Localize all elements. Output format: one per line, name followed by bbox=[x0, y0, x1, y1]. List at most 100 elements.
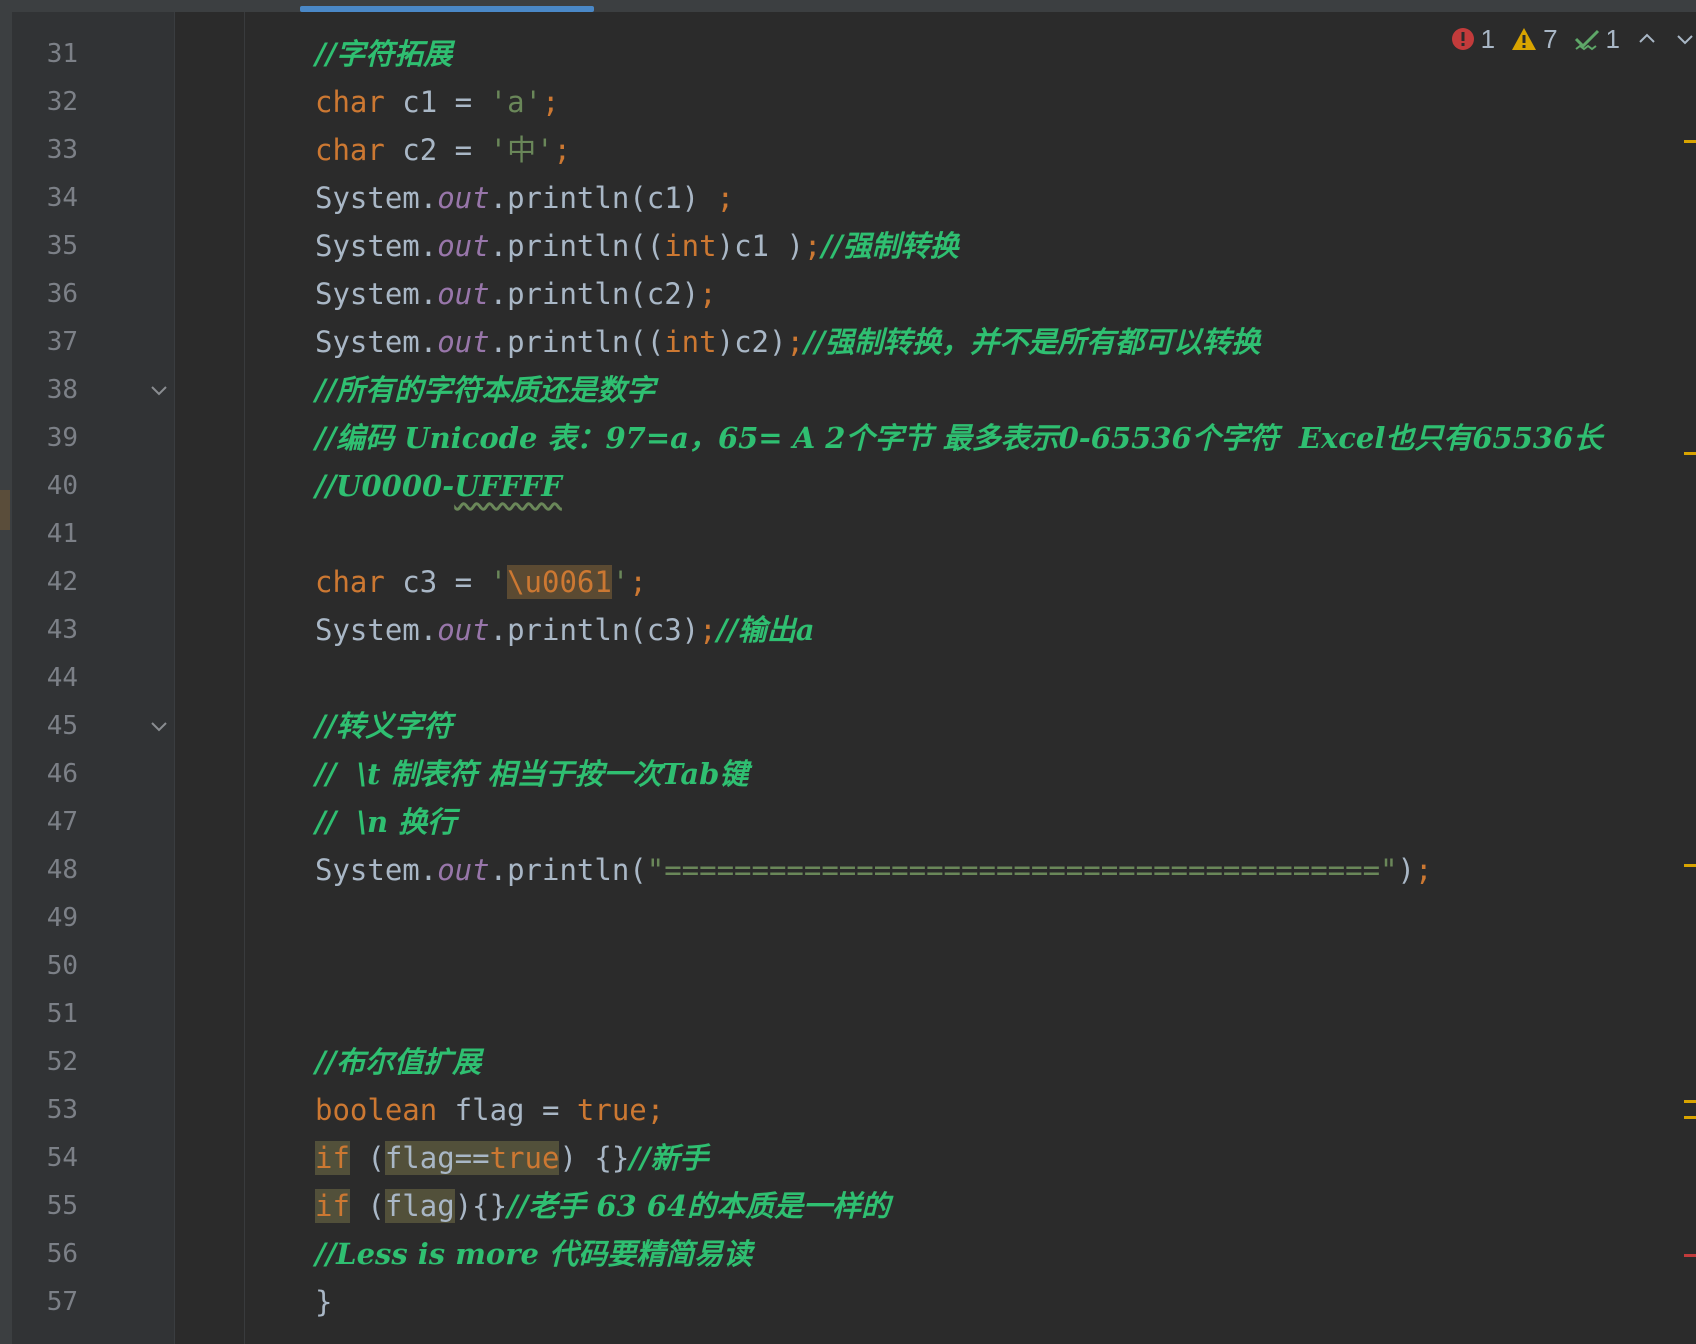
code-line[interactable]: 41 bbox=[0, 510, 1680, 558]
active-tab-indicator[interactable] bbox=[300, 6, 594, 12]
line-number[interactable]: 39 bbox=[12, 414, 78, 462]
weak-warning-count[interactable]: 1 bbox=[1574, 24, 1620, 55]
fold-chevron-icon[interactable] bbox=[148, 379, 170, 401]
code-line[interactable]: 54 if (flag==true) {}//新手 bbox=[0, 1134, 1680, 1182]
line-number[interactable]: 54 bbox=[12, 1134, 78, 1182]
code-line[interactable]: 35 System.out.println((int)c1 );//强制转换 bbox=[0, 222, 1680, 270]
code-line[interactable]: 51 bbox=[0, 990, 1680, 1038]
code-line[interactable]: 45 //转义字符 bbox=[0, 702, 1680, 750]
code-text[interactable]: //Less is more 代码要精简易读 bbox=[315, 1230, 752, 1278]
stripe-marker[interactable] bbox=[1684, 1116, 1696, 1119]
code-text[interactable]: if (flag==true) {}//新手 bbox=[315, 1134, 708, 1182]
line-number[interactable]: 48 bbox=[12, 846, 78, 894]
code-line[interactable]: 38 //所有的字符本质还是数字 bbox=[0, 366, 1680, 414]
code-text[interactable]: System.out.println((int)c1 );//强制转换 bbox=[315, 222, 959, 270]
code-token: out bbox=[437, 181, 490, 215]
stripe-marker[interactable] bbox=[1684, 1100, 1696, 1103]
code-line[interactable]: 31 //字符拓展 bbox=[0, 30, 1680, 78]
code-line[interactable]: 43 System.out.println(c3);//输出a bbox=[0, 606, 1680, 654]
code-text[interactable]: boolean flag = true; bbox=[315, 1086, 664, 1134]
line-number[interactable]: 49 bbox=[12, 894, 78, 942]
line-number[interactable]: 52 bbox=[12, 1038, 78, 1086]
code-token: ; bbox=[716, 181, 735, 215]
code-text[interactable]: if (flag){}//老手 63 64的本质是一样的 bbox=[315, 1182, 890, 1230]
code-line[interactable]: 47 // \n 换行 bbox=[0, 798, 1680, 846]
code-text[interactable]: char c2 = '中'; bbox=[315, 126, 571, 174]
code-text[interactable]: //转义字符 bbox=[315, 702, 452, 750]
code-token: .println(c3) bbox=[489, 613, 700, 647]
line-number[interactable]: 34 bbox=[12, 174, 78, 222]
line-number[interactable]: 43 bbox=[12, 606, 78, 654]
code-token: out bbox=[437, 277, 490, 311]
code-line[interactable]: 53 boolean flag = true; bbox=[0, 1086, 1680, 1134]
line-number[interactable]: 44 bbox=[12, 654, 78, 702]
code-text[interactable]: //编码 Unicode 表：97=a，65= A 2个字节 最多表示0-655… bbox=[315, 414, 1602, 462]
code-line[interactable]: 40 //U0000-UFFFF bbox=[0, 462, 1680, 510]
line-number[interactable]: 42 bbox=[12, 558, 78, 606]
code-line[interactable]: 32 char c1 = 'a'; bbox=[0, 78, 1680, 126]
code-line[interactable]: 39 //编码 Unicode 表：97=a，65= A 2个字节 最多表示0-6… bbox=[0, 414, 1680, 462]
code-text[interactable]: //U0000-UFFFF bbox=[315, 462, 562, 510]
code-token: ( bbox=[349, 1189, 385, 1223]
code-line[interactable]: 46 // \t 制表符 相当于按一次Tab键 bbox=[0, 750, 1680, 798]
line-number[interactable]: 53 bbox=[12, 1086, 78, 1134]
code-line[interactable]: 49 bbox=[0, 894, 1680, 942]
code-text[interactable]: System.out.println(c1) ; bbox=[315, 174, 734, 222]
warning-count[interactable]: 7 bbox=[1511, 24, 1558, 55]
inspection-widget[interactable]: 1 7 1 bbox=[1451, 22, 1696, 56]
stripe-marker[interactable] bbox=[1684, 864, 1696, 867]
code-line[interactable]: 36 System.out.println(c2); bbox=[0, 270, 1680, 318]
code-text[interactable]: // \n 换行 bbox=[315, 798, 456, 846]
code-line[interactable]: 33 char c2 = '中'; bbox=[0, 126, 1680, 174]
code-line[interactable]: 50 bbox=[0, 942, 1680, 990]
line-number[interactable]: 31 bbox=[12, 30, 78, 78]
code-line[interactable]: 48 System.out.println("==================… bbox=[0, 846, 1680, 894]
line-number[interactable]: 51 bbox=[12, 990, 78, 1038]
line-number[interactable]: 47 bbox=[12, 798, 78, 846]
code-line[interactable]: 52 //布尔值扩展 bbox=[0, 1038, 1680, 1086]
line-number[interactable]: 46 bbox=[12, 750, 78, 798]
code-line[interactable]: 42 char c3 = '\u0061'; bbox=[0, 558, 1680, 606]
code-text[interactable]: System.out.println("====================… bbox=[315, 846, 1432, 894]
code-token: flag== bbox=[384, 1141, 490, 1175]
code-line[interactable]: 34 System.out.println(c1) ; bbox=[0, 174, 1680, 222]
code-line[interactable]: 55 if (flag){}//老手 63 64的本质是一样的 bbox=[0, 1182, 1680, 1230]
code-line[interactable]: 56 //Less is more 代码要精简易读 bbox=[0, 1230, 1680, 1278]
line-number[interactable]: 55 bbox=[12, 1182, 78, 1230]
code-text[interactable]: //布尔值扩展 bbox=[315, 1038, 481, 1086]
code-line[interactable]: 37 System.out.println((int)c2);//强制转换，并不是… bbox=[0, 318, 1680, 366]
code-text[interactable]: System.out.println(c2); bbox=[315, 270, 717, 318]
code-text[interactable]: System.out.println(c3);//输出a bbox=[315, 606, 815, 654]
code-text[interactable]: char c3 = '\u0061'; bbox=[315, 558, 647, 606]
previous-highlight-button[interactable] bbox=[1636, 28, 1658, 50]
line-number[interactable]: 32 bbox=[12, 78, 78, 126]
line-number[interactable]: 33 bbox=[12, 126, 78, 174]
line-number[interactable]: 45 bbox=[12, 702, 78, 750]
error-stripe[interactable] bbox=[1680, 0, 1696, 1344]
line-number[interactable]: 36 bbox=[12, 270, 78, 318]
stripe-marker[interactable] bbox=[1684, 1254, 1696, 1257]
code-text[interactable]: System.out.println((int)c2);//强制转换，并不是所有… bbox=[315, 318, 1260, 366]
line-number[interactable]: 41 bbox=[12, 510, 78, 558]
line-number[interactable]: 57 bbox=[12, 1278, 78, 1326]
code-token: ' bbox=[611, 565, 630, 599]
code-line[interactable]: 57} bbox=[0, 1278, 1680, 1326]
code-text[interactable]: char c1 = 'a'; bbox=[315, 78, 559, 126]
code-text[interactable]: //所有的字符本质还是数字 bbox=[315, 366, 655, 414]
line-number[interactable]: 38 bbox=[12, 366, 78, 414]
line-number[interactable]: 50 bbox=[12, 942, 78, 990]
code-text[interactable]: //字符拓展 bbox=[315, 30, 452, 78]
fold-chevron-icon[interactable] bbox=[148, 715, 170, 737]
code-text[interactable]: // \t 制表符 相当于按一次Tab键 bbox=[315, 750, 748, 798]
line-number[interactable]: 56 bbox=[12, 1230, 78, 1278]
error-count[interactable]: 1 bbox=[1451, 24, 1495, 55]
code-line[interactable]: 44 bbox=[0, 654, 1680, 702]
line-number[interactable]: 35 bbox=[12, 222, 78, 270]
line-number[interactable]: 40 bbox=[12, 462, 78, 510]
stripe-marker[interactable] bbox=[1684, 452, 1696, 455]
code-token: System. bbox=[315, 277, 438, 311]
line-number[interactable]: 37 bbox=[12, 318, 78, 366]
code-token: System. bbox=[315, 613, 438, 647]
code-text[interactable]: } bbox=[315, 1278, 332, 1326]
stripe-marker[interactable] bbox=[1684, 140, 1696, 143]
